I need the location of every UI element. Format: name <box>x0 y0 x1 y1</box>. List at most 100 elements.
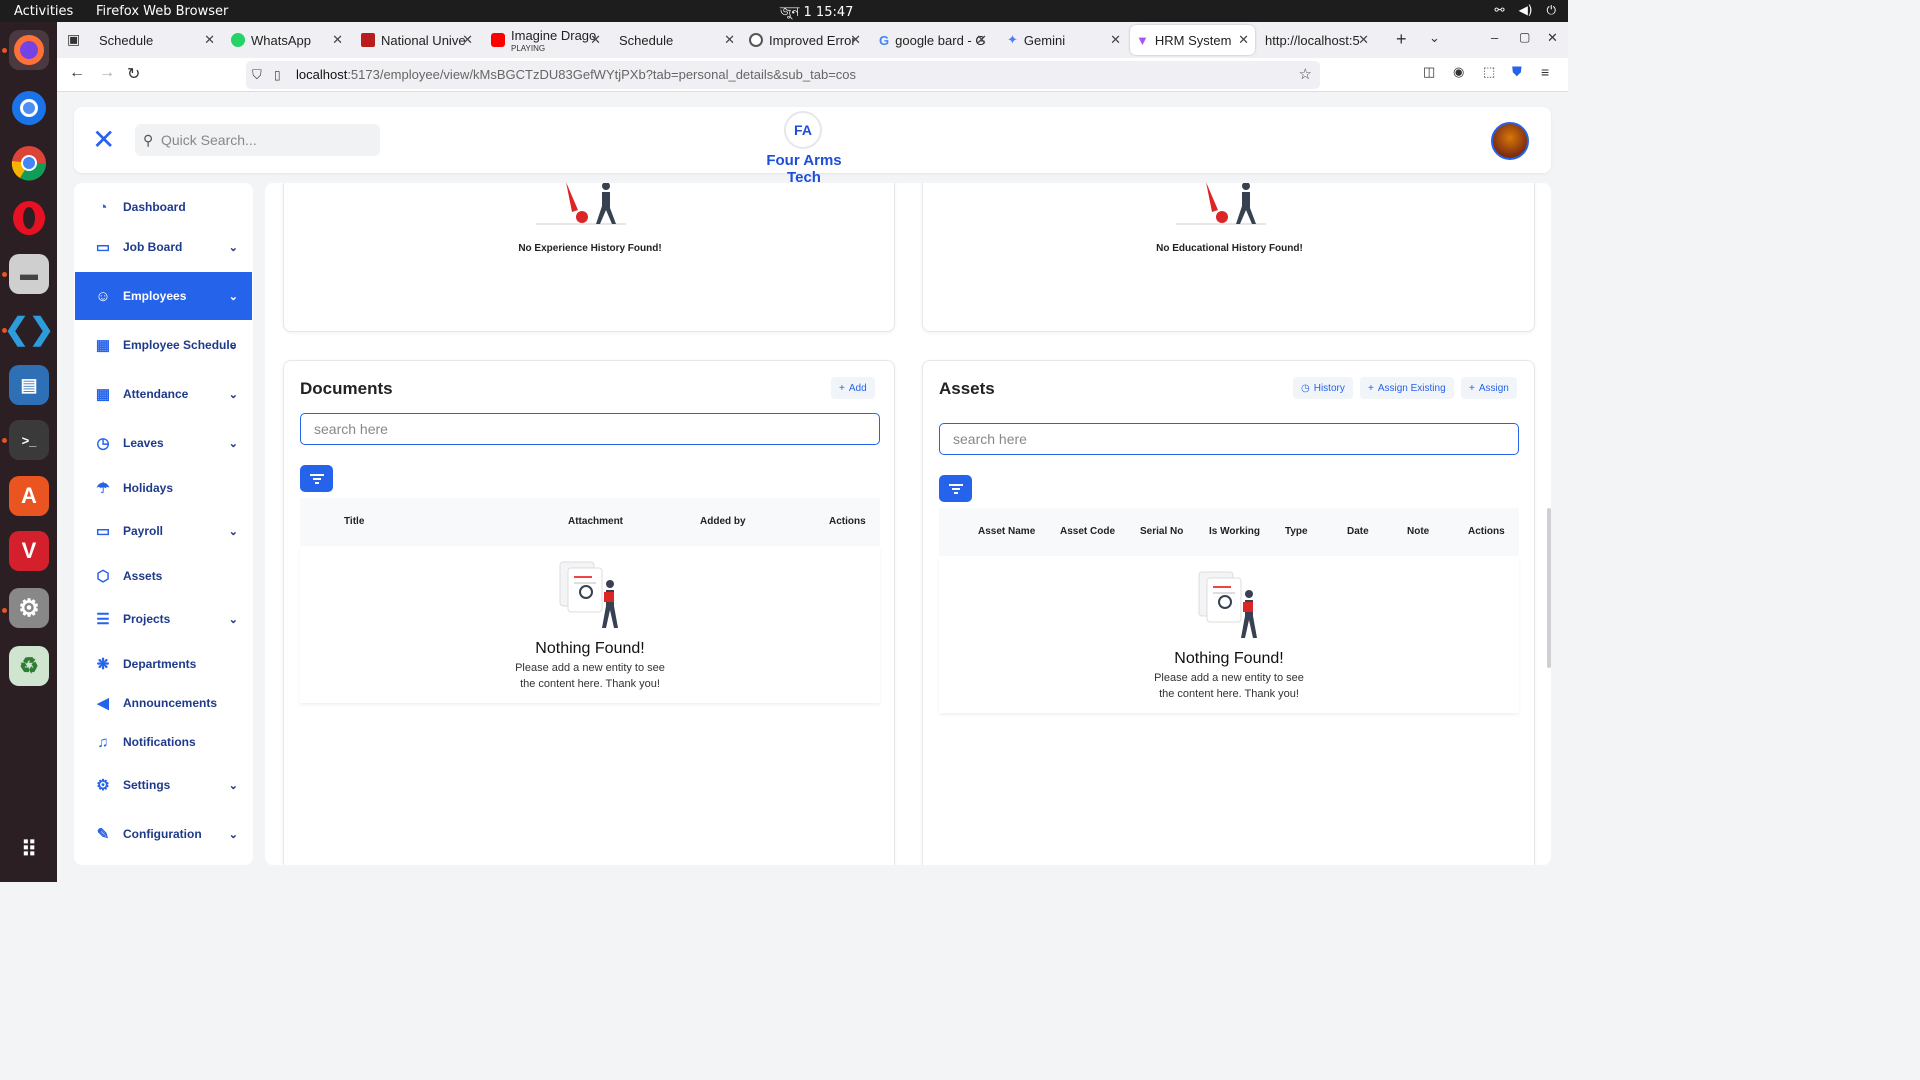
maximize-icon[interactable]: ▢ <box>1519 30 1530 44</box>
system-top-bar: Activities Firefox Web Browser জুন 1 15:… <box>0 0 1568 22</box>
forward-icon[interactable]: → <box>99 64 115 82</box>
column-title: Title <box>344 516 365 527</box>
tab-youtube-music[interactable]: Imagine Drago PLAYING ✕ <box>485 25 607 55</box>
chromium-icon[interactable] <box>9 88 49 128</box>
sidebar-item-job-board[interactable]: ▭ Job Board ⌄ <box>75 223 252 271</box>
assets-card: Assets ◷ History + Assign Existing + Assign… <box>922 360 1535 865</box>
assign-asset-button[interactable]: + Assign <box>1461 377 1517 399</box>
assign-existing-asset-button[interactable]: + Assign Existing <box>1360 377 1454 399</box>
chevron-down-icon: ⌄ <box>228 525 238 538</box>
documents-title: Documents <box>300 379 393 398</box>
close-tab-icon[interactable]: ✕ <box>462 32 473 48</box>
vscode-icon[interactable]: ❮❯ <box>4 309 54 349</box>
documents-search-input[interactable]: search here <box>300 413 880 445</box>
chrome-icon[interactable] <box>9 143 49 183</box>
column-serial-no: Serial No <box>1140 526 1184 537</box>
beach-icon: ☂ <box>96 480 110 497</box>
sidebar-item-attendance[interactable]: ▦ Attendance ⌄ <box>75 370 252 418</box>
megaphone-icon: ◀ <box>97 695 109 712</box>
firefox-view-icon[interactable]: ▣ <box>67 31 80 48</box>
dashboard-icon: ◔ <box>98 198 108 216</box>
shield-icon: ⛉ <box>252 67 262 82</box>
window-close-icon[interactable]: ✕ <box>1547 30 1558 46</box>
settings-app-icon[interactable]: ⚙ <box>9 588 49 628</box>
assets-sort-button[interactable] <box>939 475 972 502</box>
terminal-icon[interactable]: >_ <box>9 420 49 460</box>
assets-history-button[interactable]: ◷ History <box>1293 377 1353 399</box>
writer-icon[interactable]: ▤ <box>9 365 49 405</box>
tab-whatsapp[interactable]: WhatsApp ✕ <box>225 25 349 55</box>
firefox-icon[interactable] <box>9 30 49 70</box>
close-tab-icon[interactable]: ✕ <box>1110 32 1121 48</box>
sidebar-item-configuration[interactable]: ✎ Configuration ⌄ <box>75 810 252 858</box>
files-icon[interactable]: ▬ <box>9 254 49 294</box>
sidebar-item-employees[interactable]: ☺ Employees ⌄ <box>75 272 252 320</box>
menu-icon[interactable]: ≡ <box>1541 64 1549 80</box>
activities-button[interactable]: Activities <box>14 4 73 19</box>
list-tabs-icon[interactable]: ⌄ <box>1429 30 1440 46</box>
extensions-icon[interactable]: ⬚ <box>1483 64 1495 80</box>
close-tab-icon[interactable]: ✕ <box>1358 32 1369 48</box>
close-tab-icon[interactable]: ✕ <box>976 32 987 48</box>
documents-sort-button[interactable] <box>300 465 333 492</box>
nothing-found-line1: Please add a new entity to see <box>1154 672 1304 684</box>
sidebar-item-settings[interactable]: ⚙ Settings ⌄ <box>75 761 252 809</box>
tab-schedule-1[interactable]: Schedule ✕ <box>93 25 221 55</box>
back-icon[interactable]: ← <box>69 64 85 82</box>
tab-schedule-2[interactable]: Schedule ✕ <box>613 25 741 55</box>
network-icon: ⚯ <box>1494 3 1505 17</box>
tab-hrm-system[interactable]: ▼ HRM System ✕ <box>1130 25 1255 55</box>
tab-google-bard[interactable]: G google bard - G ✕ <box>873 25 993 55</box>
sidebar-item-notifications[interactable]: ♫ Notifications <box>75 718 252 766</box>
sidebar-item-leaves[interactable]: ◷ Leaves ⌄ <box>75 419 252 467</box>
assets-title: Assets <box>939 379 995 398</box>
vivaldi-icon[interactable]: V <box>9 531 49 571</box>
sidebar-item-projects[interactable]: ☰ Projects ⌄ <box>75 595 252 643</box>
dock: ▬ ❮❯ ▤ >_ A V ⚙ ♻ ⠿ <box>0 22 57 882</box>
show-apps-icon[interactable]: ⠿ <box>9 830 49 870</box>
pocket-icon[interactable]: ◫ <box>1423 64 1435 80</box>
page-icon: ▯ <box>274 68 281 82</box>
assets-search-input[interactable]: search here <box>939 423 1519 455</box>
calendar-icon: ▦ <box>95 386 111 403</box>
tab-gemini[interactable]: ✦ Gemini ✕ <box>1001 25 1127 55</box>
column-added-by: Added by <box>700 516 746 527</box>
column-attachment: Attachment <box>568 516 624 527</box>
close-tab-icon[interactable]: ✕ <box>204 32 215 48</box>
app-menu[interactable]: Firefox Web Browser <box>96 4 228 19</box>
opera-icon[interactable] <box>9 198 49 238</box>
column-type: Type <box>1285 526 1308 537</box>
minimize-icon[interactable]: – <box>1491 30 1498 45</box>
bookmark-star-icon[interactable]: ☆ <box>1299 61 1312 89</box>
close-tab-icon[interactable]: ✕ <box>850 32 861 48</box>
tab-national-university[interactable]: National Unive ✕ <box>355 25 479 55</box>
globe-icon <box>749 33 763 47</box>
chevron-down-icon: ⌄ <box>228 290 238 303</box>
close-sidebar-icon[interactable]: ✕ <box>92 126 115 154</box>
add-document-button[interactable]: + Add <box>831 377 875 399</box>
close-tab-icon[interactable]: ✕ <box>1238 32 1249 48</box>
sidebar-item-holidays[interactable]: ☂ Holidays <box>75 464 252 512</box>
reload-icon[interactable]: ↻ <box>127 64 140 84</box>
system-tray[interactable]: ⚯ ◀) ⏻ <box>1495 3 1556 18</box>
tab-localhost[interactable]: http://localhost:5 ✕ <box>1259 25 1375 55</box>
quick-search-input[interactable]: ⚲ Quick Search... <box>135 124 380 156</box>
sidebar-item-assets[interactable]: ⬡ Assets <box>75 552 252 600</box>
close-tab-icon[interactable]: ✕ <box>590 32 601 48</box>
close-tab-icon[interactable]: ✕ <box>332 32 343 48</box>
sidebar-item-employee-schedule[interactable]: ▦ Employee Schedule ⌄ <box>75 321 252 369</box>
account-icon[interactable]: ◉ <box>1453 64 1464 80</box>
nothing-found-line2: the content here. Thank you! <box>520 678 660 690</box>
tab-improved-error[interactable]: Improved Error ✕ <box>743 25 867 55</box>
trash-icon[interactable]: ♻ <box>9 646 49 686</box>
user-avatar[interactable] <box>1491 122 1529 160</box>
page-scrollbar[interactable] <box>1547 508 1551 668</box>
close-tab-icon[interactable]: ✕ <box>724 32 735 48</box>
clock[interactable]: জুন 1 15:47 <box>780 3 853 24</box>
search-icon: ⚲ <box>143 132 154 148</box>
new-tab-icon[interactable]: + <box>1396 29 1407 50</box>
sidebar-item-payroll[interactable]: ▭ Payroll ⌄ <box>75 507 252 555</box>
url-bar[interactable]: ⛉ ▯ localhost:5173/employee/view/kMsBGCT… <box>246 61 1320 89</box>
vpn-shield-icon[interactable]: ⛊ <box>1512 64 1522 80</box>
app-center-icon[interactable]: A <box>9 476 49 516</box>
